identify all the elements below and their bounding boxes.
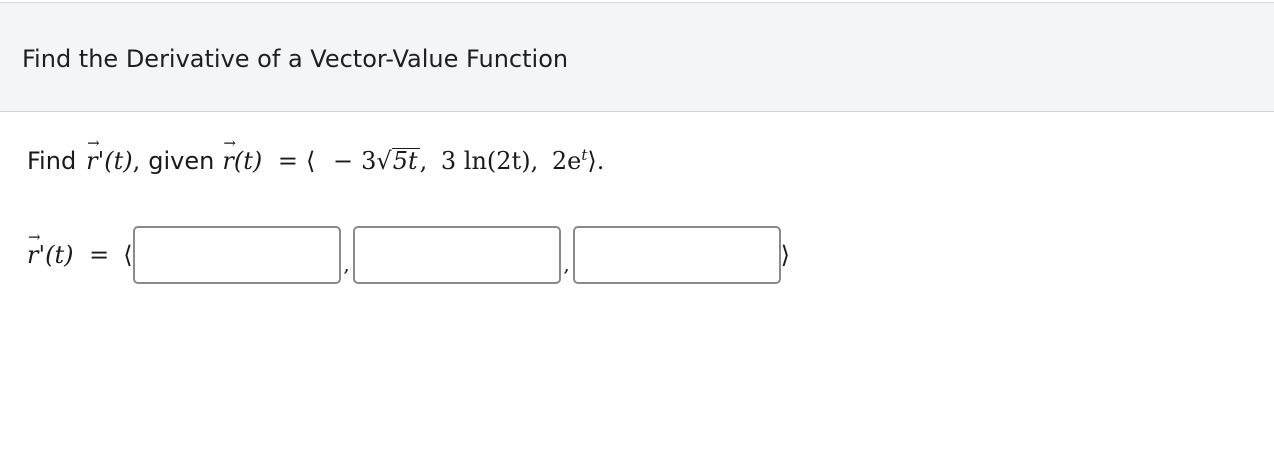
comma-separator: , (343, 252, 350, 276)
paren-t: (t) (104, 147, 133, 175)
component-2: 3 ln(2t) (440, 147, 531, 175)
comma-separator: , (563, 252, 570, 276)
comma-mark: , (419, 147, 428, 175)
given-word: given (148, 147, 215, 175)
comma-mark: , (530, 147, 539, 175)
minus-sign: − (333, 147, 354, 175)
question-statement: Find r'(t), given r(t) =⟨ −3√5t, 3 ln(2t… (27, 134, 605, 175)
paren-t: (t) (233, 147, 263, 175)
open-angle-bracket: ⟨ (305, 147, 316, 175)
r-prime-expression: r'(t), (86, 134, 141, 175)
section-title: Find the Derivative of a Vector-Value Fu… (22, 45, 569, 73)
r-definition: r(t) =⟨ −3√5t, 3 ln(2t), 2et⟩. (222, 134, 605, 175)
comma-mark: , (132, 147, 141, 175)
section-header: Find the Derivative of a Vector-Value Fu… (0, 2, 1274, 112)
period-mark: . (596, 147, 605, 175)
open-angle-bracket: ⟨ (123, 241, 133, 269)
answer-input-component-3[interactable] (572, 226, 781, 284)
paren-t: (t) (45, 241, 74, 269)
equals-sign: = (277, 147, 298, 175)
close-angle-bracket: ⟩ (780, 241, 790, 269)
vector-r-symbol: r (27, 228, 41, 269)
question-prefix: Find (27, 147, 77, 175)
answer-lhs: r'(t) = (27, 228, 117, 269)
vector-r-symbol: r (222, 134, 236, 175)
answer-row: r'(t) = ⟨ , , ⟩ (27, 224, 790, 286)
equals-sign: = (89, 241, 110, 269)
close-angle-bracket: ⟩ (587, 147, 597, 175)
component-1-radicand: 5t (391, 147, 420, 175)
sqrt-sign: √ (376, 147, 392, 175)
answer-input-component-1[interactable] (132, 226, 341, 284)
vector-r-symbol: r (86, 134, 100, 175)
component-3-base: 2e (551, 147, 582, 175)
answer-input-component-2[interactable] (352, 226, 561, 284)
component-1-coefficient: 3 (361, 147, 377, 175)
